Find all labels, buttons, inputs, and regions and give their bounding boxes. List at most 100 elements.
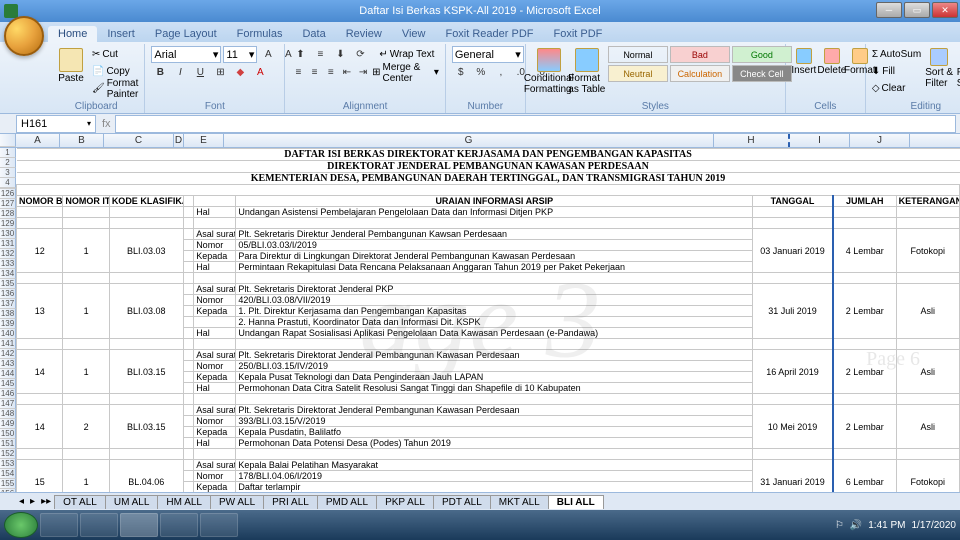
- sheet-tab[interactable]: PRI ALL: [263, 495, 318, 509]
- style-check-cell[interactable]: Check Cell: [732, 65, 792, 82]
- fill-button[interactable]: ⬇ Fill: [872, 63, 921, 80]
- row-head[interactable]: 135: [0, 279, 16, 289]
- col-head-J[interactable]: J: [850, 134, 910, 147]
- currency-button[interactable]: $: [452, 64, 470, 81]
- sheet-tab[interactable]: UM ALL: [105, 495, 159, 509]
- row-head[interactable]: 132: [0, 249, 16, 259]
- row-head[interactable]: 129: [0, 219, 16, 229]
- row-head[interactable]: 149: [0, 419, 16, 429]
- row-head[interactable]: 136: [0, 289, 16, 299]
- col-head-H[interactable]: H: [714, 134, 790, 147]
- clear-button[interactable]: ◇ Clear: [872, 80, 921, 97]
- sheet-tab[interactable]: PW ALL: [210, 495, 264, 509]
- conditional-formatting-button[interactable]: Conditional Formatting: [532, 46, 566, 97]
- start-button[interactable]: [4, 512, 38, 538]
- format-painter-button[interactable]: 🖌 Format Painter: [92, 80, 138, 97]
- row-head[interactable]: 126: [0, 189, 16, 199]
- taskbar-excel-icon[interactable]: [120, 513, 158, 537]
- row-head[interactable]: 133: [0, 259, 16, 269]
- wrap-text-button[interactable]: ↵ Wrap Text: [379, 46, 434, 63]
- col-head-E[interactable]: E: [184, 134, 224, 147]
- col-head-G[interactable]: G: [224, 134, 714, 147]
- indent-inc-button[interactable]: ⇥: [356, 64, 370, 81]
- insert-cells-button[interactable]: Insert: [792, 46, 816, 78]
- delete-cells-button[interactable]: Delete: [820, 46, 844, 78]
- font-color-button[interactable]: A: [251, 64, 269, 81]
- format-as-table-button[interactable]: Format as Table: [570, 46, 604, 97]
- align-right-button[interactable]: ≡: [324, 64, 338, 81]
- ribbon-tab-review[interactable]: Review: [336, 26, 392, 42]
- tray-network-icon[interactable]: 🔊: [850, 520, 862, 531]
- align-left-button[interactable]: ≡: [291, 64, 305, 81]
- taskbar-player-icon[interactable]: [160, 513, 198, 537]
- orientation-button[interactable]: ⟳: [351, 46, 369, 63]
- ribbon-tab-insert[interactable]: Insert: [97, 26, 145, 42]
- row-head[interactable]: 144: [0, 369, 16, 379]
- row-head[interactable]: 131: [0, 239, 16, 249]
- row-head[interactable]: 151: [0, 439, 16, 449]
- row-head[interactable]: 3: [0, 168, 16, 178]
- row-head[interactable]: 152: [0, 449, 16, 459]
- minimize-button[interactable]: ─: [876, 2, 902, 18]
- paste-button[interactable]: Paste: [54, 46, 88, 86]
- row-head[interactable]: 139: [0, 319, 16, 329]
- merge-center-button[interactable]: ⊞ Merge & Center ▾: [372, 64, 439, 81]
- align-middle-button[interactable]: ≡: [311, 46, 329, 63]
- formula-bar-input[interactable]: [115, 115, 956, 133]
- row-head[interactable]: 156: [0, 489, 16, 492]
- sheet-tab[interactable]: BLI ALL: [548, 495, 604, 509]
- row-head[interactable]: 134: [0, 269, 16, 279]
- row-head[interactable]: 147: [0, 399, 16, 409]
- taskbar-explorer-icon[interactable]: [80, 513, 118, 537]
- cut-button[interactable]: ✂ Cut: [92, 46, 138, 63]
- sheet-nav-button[interactable]: ◂: [16, 496, 27, 507]
- style-neutral[interactable]: Neutral: [608, 65, 668, 82]
- autosum-button[interactable]: Σ AutoSum: [872, 46, 921, 63]
- border-button[interactable]: ⊞: [211, 64, 229, 81]
- style-calculation[interactable]: Calculation: [670, 65, 730, 82]
- italic-button[interactable]: I: [171, 64, 189, 81]
- office-orb-button[interactable]: [4, 16, 44, 56]
- tray-flag-icon[interactable]: ⚐: [835, 520, 844, 531]
- col-head-D[interactable]: D: [174, 134, 184, 147]
- taskbar-chrome-icon[interactable]: [200, 513, 238, 537]
- row-head[interactable]: 143: [0, 359, 16, 369]
- sheet-tab[interactable]: HM ALL: [157, 495, 211, 509]
- close-button[interactable]: ✕: [932, 2, 958, 18]
- row-head[interactable]: 154: [0, 469, 16, 479]
- font-size-select[interactable]: 11▾: [223, 46, 257, 63]
- sheet-tab[interactable]: PKP ALL: [376, 495, 434, 509]
- grow-font-button[interactable]: A: [259, 46, 277, 63]
- row-head[interactable]: 1: [0, 148, 16, 158]
- tray-time[interactable]: 1:41 PM: [868, 520, 905, 531]
- sheet-tabs[interactable]: ◂▸▸▸OT ALLUM ALLHM ALLPW ALLPRI ALLPMD A…: [0, 492, 960, 510]
- maximize-button[interactable]: ▭: [904, 2, 930, 18]
- ribbon-tab-foxit-reader-pdf[interactable]: Foxit Reader PDF: [435, 26, 543, 42]
- col-head-C[interactable]: C: [104, 134, 174, 147]
- font-name-select[interactable]: Arial▾: [151, 46, 221, 63]
- align-center-button[interactable]: ≡: [308, 64, 322, 81]
- row-head[interactable]: 155: [0, 479, 16, 489]
- percent-button[interactable]: %: [472, 64, 490, 81]
- ribbon-tab-home[interactable]: Home: [48, 26, 97, 42]
- ribbon-tab-foxit-pdf[interactable]: Foxit PDF: [544, 26, 613, 42]
- row-head[interactable]: 4: [0, 178, 16, 188]
- ribbon-tab-formulas[interactable]: Formulas: [227, 26, 293, 42]
- row-head[interactable]: 127: [0, 199, 16, 209]
- align-top-button[interactable]: ⬆: [291, 46, 309, 63]
- row-head[interactable]: 142: [0, 349, 16, 359]
- indent-dec-button[interactable]: ⇤: [340, 64, 354, 81]
- row-head[interactable]: 145: [0, 379, 16, 389]
- fx-icon[interactable]: fx: [102, 118, 111, 130]
- row-head[interactable]: 150: [0, 429, 16, 439]
- row-head[interactable]: 153: [0, 459, 16, 469]
- sheet-nav-button[interactable]: ▸▸: [38, 496, 54, 507]
- row-head[interactable]: 148: [0, 409, 16, 419]
- sheet-tab[interactable]: MKT ALL: [490, 495, 549, 509]
- underline-button[interactable]: U: [191, 64, 209, 81]
- number-format-select[interactable]: General▾: [452, 46, 524, 63]
- bold-button[interactable]: B: [151, 64, 169, 81]
- row-head[interactable]: 138: [0, 309, 16, 319]
- fill-color-button[interactable]: ◆: [231, 64, 249, 81]
- row-head[interactable]: 137: [0, 299, 16, 309]
